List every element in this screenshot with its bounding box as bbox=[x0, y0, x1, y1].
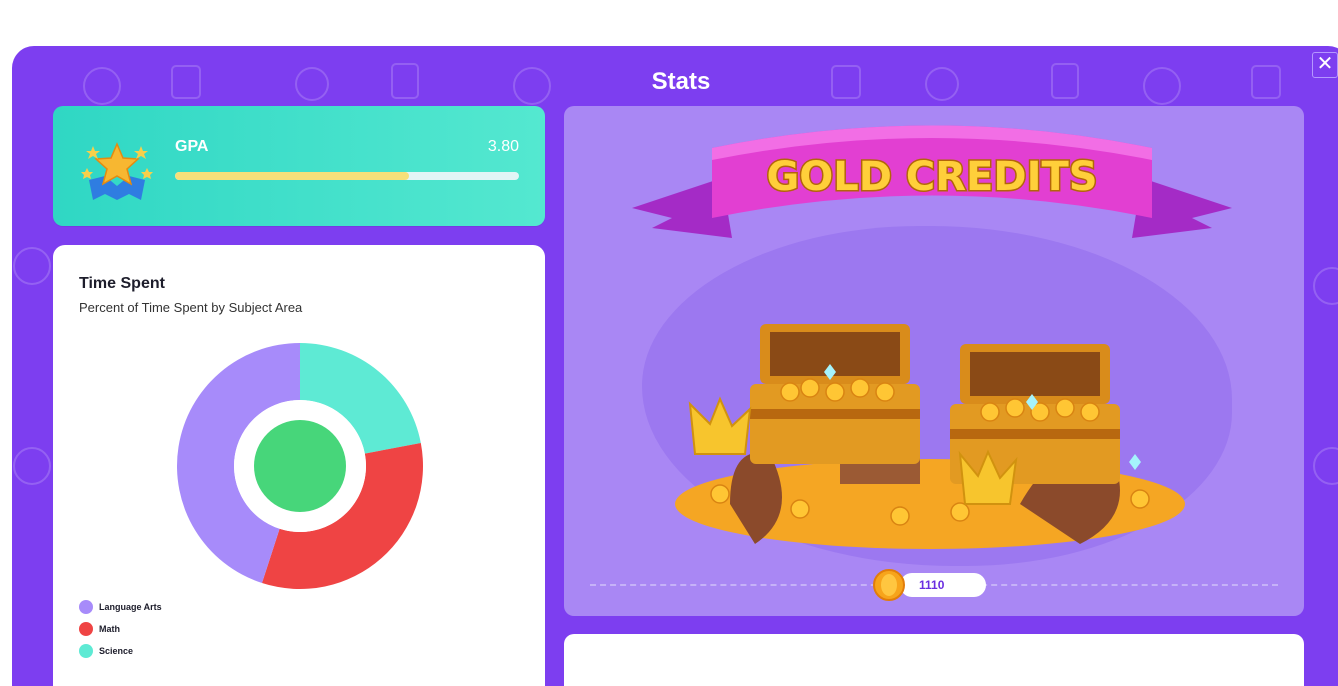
legend-item-math: Math bbox=[79, 619, 162, 639]
gpa-value: 3.80 bbox=[487, 138, 519, 155]
legend-swatch bbox=[79, 600, 93, 614]
credits-amount: 1110 bbox=[919, 578, 945, 592]
stats-modal: Stats ✕ GPA 3.80 Time Spent Percent of T… bbox=[12, 46, 1338, 686]
close-icon: ✕ bbox=[1316, 53, 1334, 75]
legend-label: Language Arts bbox=[99, 602, 162, 612]
time-spent-donut-chart bbox=[177, 343, 423, 589]
gpa-label: GPA bbox=[175, 138, 209, 155]
legend-swatch bbox=[79, 644, 93, 658]
gpa-progress-track bbox=[175, 172, 519, 180]
stars-trophy-icon bbox=[81, 142, 153, 200]
time-spent-card: Time Spent Percent of Time Spent by Subj… bbox=[53, 245, 545, 686]
time-spent-subtitle: Percent of Time Spent by Subject Area bbox=[79, 300, 303, 315]
donut-center-indicator bbox=[254, 420, 346, 512]
chart-legend: Language Arts Math Science bbox=[79, 597, 162, 663]
treasure-chest-illustration bbox=[675, 324, 1185, 549]
gold-credits-card: GOLD CREDITS 1110 bbox=[564, 106, 1304, 616]
bottom-card bbox=[564, 634, 1304, 686]
legend-label: Math bbox=[99, 624, 120, 634]
gpa-progress-fill bbox=[175, 172, 409, 180]
legend-label: Science bbox=[99, 646, 134, 656]
gold-credits-banner-text: GOLD CREDITS bbox=[766, 154, 1097, 200]
legend-item-science: Science bbox=[79, 641, 162, 661]
modal-title: Stats bbox=[651, 68, 711, 95]
gold-credits-banner: GOLD CREDITS bbox=[632, 125, 1232, 238]
gold-coin-icon bbox=[873, 569, 905, 601]
gpa-card: GPA 3.80 bbox=[53, 106, 545, 226]
legend-item-language-arts: Language Arts bbox=[79, 597, 162, 617]
close-button[interactable]: ✕ bbox=[1312, 52, 1338, 78]
legend-swatch bbox=[79, 622, 93, 636]
time-spent-title: Time Spent bbox=[79, 275, 165, 292]
